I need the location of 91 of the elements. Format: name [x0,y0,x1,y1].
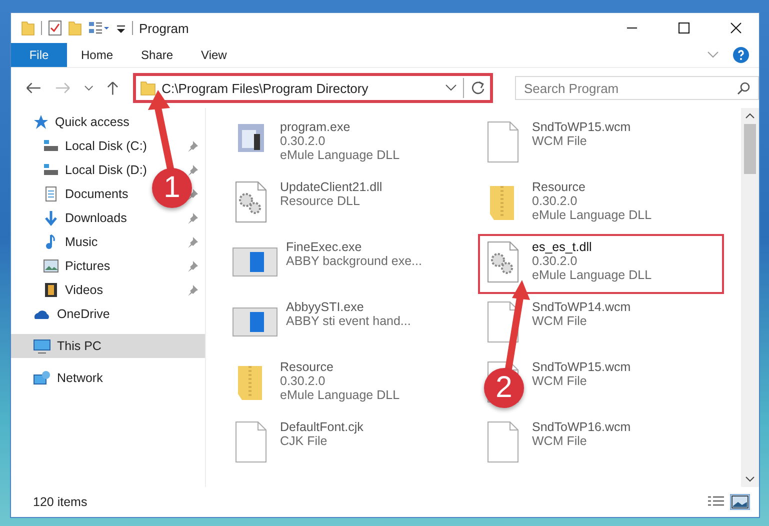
file-name: SndToWP16.wcm [532,420,631,434]
dropdown-icon[interactable] [444,84,457,92]
sidebar-item[interactable]: Videos [11,278,107,302]
help-icon[interactable] [733,47,749,63]
view-list-icon[interactable] [88,20,110,36]
file-detail: 0.30.2.0 [280,134,326,148]
sidebar-label: Local Disk (C:) [65,139,147,153]
sidebar-label: Videos [65,283,103,297]
file-detail: WCM File [532,134,588,148]
file-detail: 0.30.2.0 [280,374,326,388]
pin-icon[interactable] [187,260,199,272]
film-icon [43,282,59,298]
address-text: C:\Program Files\Program Directory [162,80,368,96]
file-name: Resource [532,180,586,194]
refresh-icon[interactable] [470,80,486,96]
file-detail: Resource DLL [280,194,361,208]
scrollbar-thumb[interactable] [744,124,756,174]
pin-icon[interactable] [187,188,199,200]
search-icon[interactable] [736,81,751,95]
pin-icon[interactable] [187,212,199,224]
sidebar-label: This PC [57,339,102,353]
chevron-icon[interactable] [707,51,719,59]
file-name: SndToWP15.wcm [532,360,631,374]
download-icon [43,210,59,226]
monitor-icon [33,338,51,354]
file-name: es_es_t.dll [532,240,593,254]
star-icon [33,114,49,130]
file-detail: 0.30.2.0 [532,254,578,268]
back-icon[interactable] [25,81,42,95]
file-detail: 0.30.2.0 [532,194,578,208]
file-detail: WCM File [532,314,588,328]
file-name: Resource [280,360,334,374]
scroll-up-icon[interactable] [745,112,755,120]
file-name: AbbyySTI.exe [286,300,365,314]
document-icon [43,186,59,202]
item-count: 120 items [33,495,88,509]
file-detail: WCM File [532,374,588,388]
file-detail: eMule Language DLL [532,208,652,222]
sidebar-item[interactable]: Local Disk (C:) [11,134,151,158]
ribbon-tab[interactable]: Share [127,43,188,67]
pin-icon[interactable] [187,140,199,152]
properties-icon[interactable] [48,20,62,36]
pin-icon[interactable] [187,236,199,248]
pin-icon[interactable] [187,164,199,176]
sidebar-label: Local Disk (D:) [65,163,147,177]
sidebar-label: OneDrive [57,307,110,321]
sidebar-label: Music [65,235,98,249]
file-detail: ABBY background exe... [286,254,422,268]
ribbon-tab[interactable]: Home [67,43,128,67]
file-detail: ABBY sti event hand... [286,314,411,328]
file-detail: CJK File [280,434,328,448]
sidebar-item[interactable]: Pictures [11,254,114,278]
large-icons-view-icon[interactable] [731,495,749,509]
sidebar-item[interactable]: Quick access [11,110,205,134]
landscape-picture-icon [43,258,59,274]
file-name: program.exe [280,120,352,134]
pin-icon[interactable] [187,284,199,296]
sidebar-item[interactable]: OneDrive [11,302,205,326]
sidebar-label: Downloads [65,211,127,225]
scrollbar[interactable] [741,108,759,487]
address-field[interactable]: C:\Program Files\Program Directory [132,73,493,103]
sidebar-item[interactable]: Music [11,230,102,254]
file-name: SndToWP15.wcm [532,120,631,134]
file-detail: WCM File [532,434,588,448]
drive-icon [43,138,59,154]
drive-icon [43,162,59,178]
scroll-down-icon[interactable] [745,475,755,483]
sidebar-item[interactable]: This PC [11,334,205,358]
window-title: Program [139,20,189,36]
sidebar-label: Pictures [65,259,110,273]
file-name: UpdateClient21.dll [280,180,382,194]
file-name: FineExec.exe [286,240,363,254]
file-detail: eMule Language DLL [280,388,400,402]
up-icon[interactable] [105,80,121,96]
network-icon [33,370,51,386]
sidebar-label: Quick access [55,115,130,129]
sidebar-label: Documents [65,187,128,201]
ribbon-tab[interactable]: View [187,43,241,67]
sidebar-item[interactable]: Local Disk (D:) [11,158,151,182]
ribbon-tab[interactable]: File [11,43,67,67]
sidebar-item[interactable]: Documents [11,182,132,206]
sidebar-label: Network [57,371,103,385]
sidebar-item[interactable]: Downloads [11,206,131,230]
file-name: SndToWP14.wcm [532,300,631,314]
highlighted-file-item[interactable]: es_es_t.dll 0.30.2.0 eMule Language DLL [478,234,724,294]
sidebar-item[interactable]: Network [11,366,205,390]
search-field[interactable]: Search Program [514,76,759,100]
file-detail: eMule Language DLL [532,268,652,282]
folder-icon [140,80,156,96]
file-detail: eMule Language DLL [280,148,400,162]
file-name: DefaultFont.cjk [280,420,364,434]
